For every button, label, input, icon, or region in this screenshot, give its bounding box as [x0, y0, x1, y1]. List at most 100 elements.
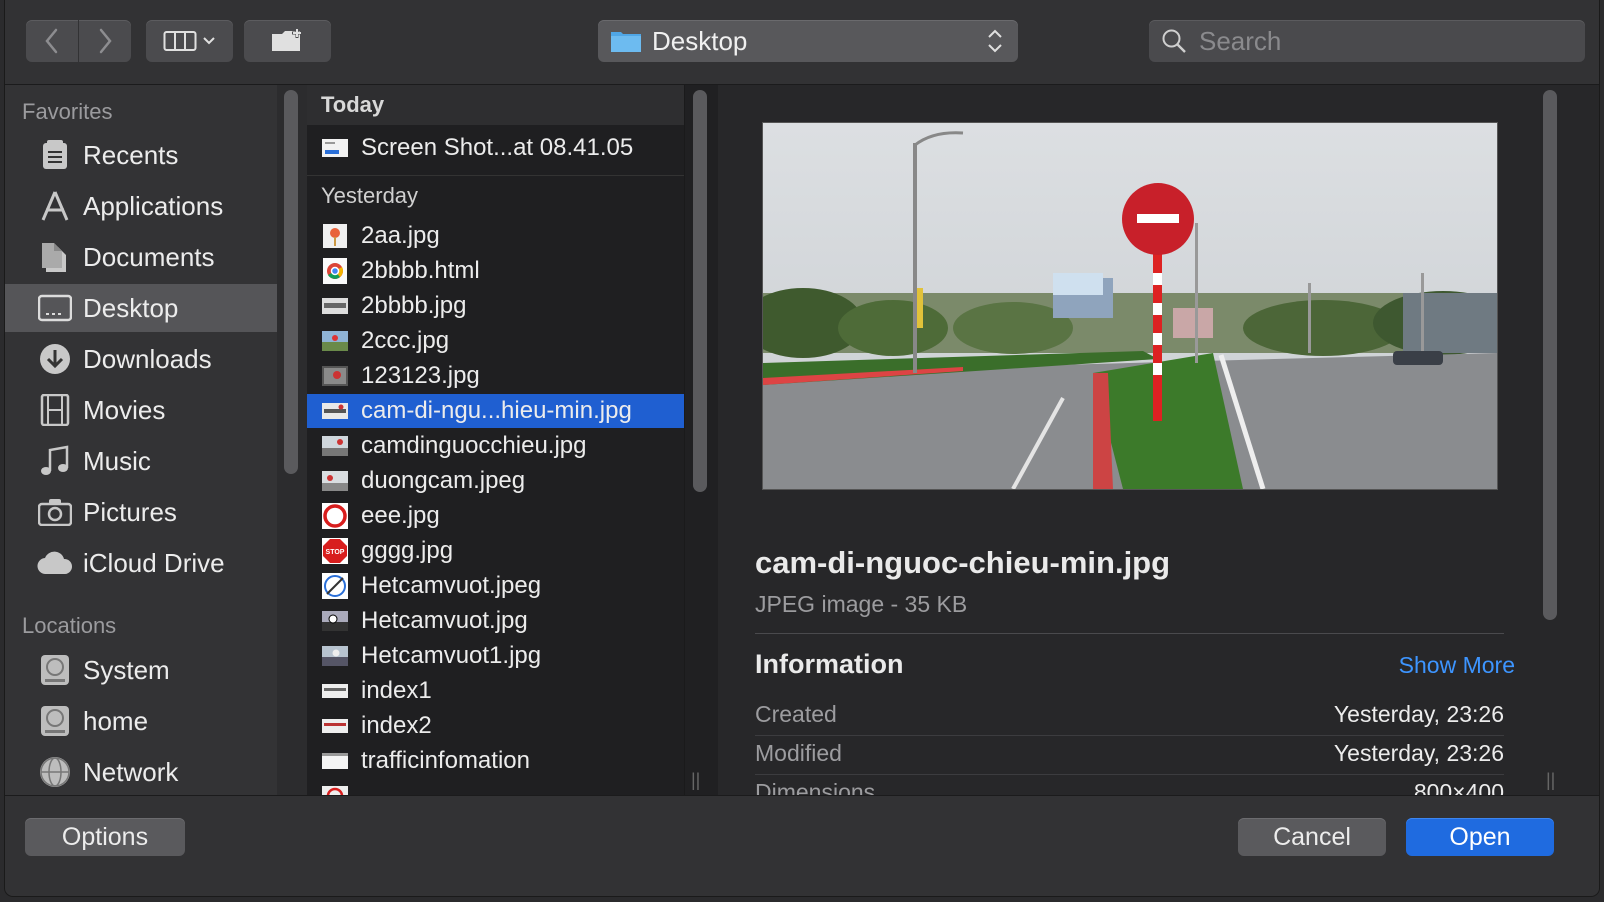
file-row[interactable]: 2bbbb.jpg	[307, 289, 684, 323]
group-title: Yesterday	[321, 183, 419, 208]
sidebar-item-pictures[interactable]: Pictures	[5, 488, 277, 536]
file-row[interactable]: trafficinfomation	[307, 744, 684, 778]
recents-icon	[37, 137, 73, 173]
red-circle-file-icon	[321, 503, 349, 529]
meta-key: Created	[755, 701, 837, 727]
sidebar-item-label: Downloads	[83, 343, 212, 374]
sidebar-item-network[interactable]: Network	[5, 748, 277, 796]
toolbar: Desktop	[5, 0, 1599, 85]
sidebar-item-label: Pictures	[83, 496, 177, 527]
sidebar-item-label: Network	[83, 756, 179, 787]
file-row[interactable]: Hetcamvuot1.jpg	[307, 639, 684, 673]
cancel-button[interactable]: Cancel	[1238, 818, 1386, 856]
preview-scrollbar[interactable]	[1543, 90, 1557, 620]
meta-row-modified: Modified Yesterday, 23:26	[755, 736, 1504, 775]
downloads-icon	[37, 341, 73, 377]
meta-value: Yesterday, 23:26	[1333, 740, 1504, 766]
view-mode-button[interactable]	[146, 20, 233, 62]
file-row[interactable]: Hetcamvuot.jpeg	[307, 569, 684, 603]
image-file-icon	[321, 363, 349, 389]
documents-icon	[37, 239, 73, 275]
column-scrollbar[interactable]	[693, 90, 707, 492]
forward-button[interactable]	[79, 20, 131, 62]
open-button[interactable]: Open	[1406, 818, 1554, 856]
file-row[interactable]: eee.jpg	[307, 499, 684, 533]
sidebar-scrollbar[interactable]	[284, 90, 298, 474]
preview-resize-handle[interactable]: ||	[1546, 770, 1555, 791]
file-row[interactable]: index1	[307, 674, 684, 708]
options-button[interactable]: Options	[25, 818, 185, 856]
sidebar-item-documents[interactable]: Documents	[5, 233, 277, 281]
file-row[interactable]: STOP gggg.jpg	[307, 534, 684, 568]
folder-icon	[611, 32, 641, 52]
chevron-left-icon	[45, 28, 58, 54]
file-row[interactable]: 2ccc.jpg	[307, 324, 684, 358]
file-name: index2	[361, 712, 432, 739]
disk-icon	[37, 652, 73, 688]
sidebar-item-applications[interactable]: Applications	[5, 182, 277, 230]
sidebar: Favorites Recents Applications Documents…	[5, 85, 277, 811]
search-field[interactable]	[1149, 20, 1585, 62]
sidebar-item-home[interactable]: home	[5, 697, 277, 745]
file-row[interactable]: index2	[307, 709, 684, 743]
document-file-icon	[321, 713, 349, 739]
new-folder-button[interactable]	[244, 20, 331, 62]
image-file-icon	[321, 398, 349, 424]
file-name: 2aa.jpg	[361, 222, 440, 249]
file-row[interactable]: duongcam.jpeg	[307, 464, 684, 498]
divider	[755, 633, 1504, 634]
applications-icon	[37, 188, 73, 224]
sidebar-item-desktop[interactable]: Desktop	[5, 284, 277, 332]
file-row[interactable]: 2aa.jpg	[307, 219, 684, 253]
file-name: gggg.jpg	[361, 537, 454, 564]
file-row[interactable]: 123123.jpg	[307, 359, 684, 393]
svg-text:STOP: STOP	[326, 549, 345, 556]
chevron-down-icon	[202, 37, 215, 45]
file-name: duongcam.jpeg	[361, 467, 526, 494]
image-file-icon	[321, 608, 349, 634]
file-name: 2ccc.jpg	[361, 327, 450, 354]
sidebar-item-icloud[interactable]: iCloud Drive	[5, 539, 277, 587]
sidebar-item-downloads[interactable]: Downloads	[5, 335, 277, 383]
chrome-html-file-icon	[321, 258, 349, 284]
search-input[interactable]	[1197, 24, 1561, 58]
movies-icon	[37, 392, 73, 428]
back-button[interactable]	[26, 20, 78, 62]
file-row-selected[interactable]: cam-di-ngu...hieu-min.jpg	[307, 394, 684, 428]
location-popup[interactable]: Desktop	[598, 20, 1018, 62]
file-row[interactable]: Screen Shot...at 08.41.05	[307, 131, 684, 165]
show-more-link[interactable]: Show More	[1399, 652, 1515, 679]
file-name: Hetcamvuot1.jpg	[361, 642, 542, 669]
file-name: Hetcamvuot.jpg	[361, 607, 528, 634]
file-name: Hetcamvuot.jpeg	[361, 572, 542, 599]
group-title: Today	[321, 92, 385, 117]
file-list-column: Today Screen Shot...at 08.41.05 Yesterda…	[307, 85, 684, 811]
preview-image	[762, 122, 1498, 490]
columns-view-icon	[163, 31, 196, 51]
disk-icon	[37, 703, 73, 739]
image-file-icon	[321, 223, 349, 249]
screenshot-file-icon	[321, 135, 349, 161]
file-row[interactable]: camdinguocchieu.jpg	[307, 429, 684, 463]
sidebar-item-music[interactable]: Music	[5, 437, 277, 485]
column-resize-handle[interactable]: ||	[691, 770, 700, 791]
sidebar-item-system[interactable]: System	[5, 646, 277, 694]
sidebar-item-label: Desktop	[83, 292, 179, 323]
sidebar-item-recents[interactable]: Recents	[5, 131, 277, 179]
image-file-icon	[321, 433, 349, 459]
meta-key: Modified	[755, 740, 842, 766]
sidebar-item-label: Applications	[83, 190, 224, 221]
file-row[interactable]: Hetcamvuot.jpg	[307, 604, 684, 638]
file-name: 123123.jpg	[361, 362, 480, 389]
sidebar-item-movies[interactable]: Movies	[5, 386, 277, 434]
file-row[interactable]: 2bbbb.html	[307, 254, 684, 288]
file-name: Screen Shot...at 08.41.05	[361, 134, 634, 161]
document-file-icon	[321, 748, 349, 774]
image-file-icon	[321, 293, 349, 319]
sidebar-item-label: Documents	[83, 241, 215, 272]
updown-chevron-icon	[988, 29, 1002, 53]
file-name: cam-di-ngu...hieu-min.jpg	[361, 397, 632, 424]
preview-kind: JPEG image - 35 KB	[755, 591, 968, 617]
stop-sign-file-icon: STOP	[321, 538, 349, 564]
chevron-right-icon	[99, 28, 112, 54]
